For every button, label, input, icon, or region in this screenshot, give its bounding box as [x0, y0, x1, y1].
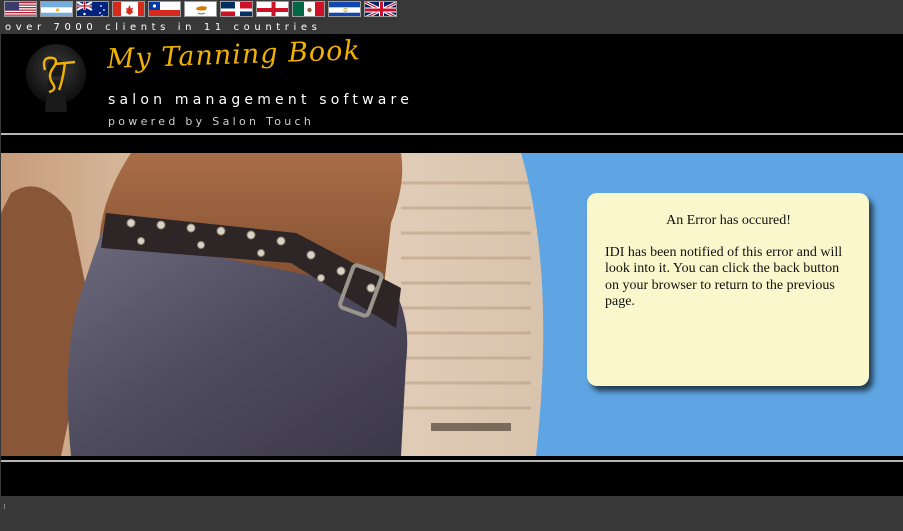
- cyprus-flag-icon[interactable]: [184, 1, 217, 17]
- hero-banner: An Error has occured! IDI has been notif…: [1, 153, 903, 456]
- header-divider: [1, 133, 903, 135]
- el-salvador-flag-icon[interactable]: [328, 1, 361, 17]
- main-panel: My Tanning Book salon management softwar…: [1, 34, 903, 496]
- chile-flag-icon[interactable]: [148, 1, 181, 17]
- error-dialog: An Error has occured! IDI has been notif…: [587, 193, 869, 386]
- footer-divider: [1, 460, 903, 462]
- client-count-tagline: over 7000 clients in 11 countries: [5, 22, 322, 33]
- salon-touch-logo-icon[interactable]: [15, 40, 97, 112]
- uk-flag-icon[interactable]: [364, 1, 397, 17]
- product-subtitle: salon management software: [108, 92, 414, 108]
- dominican-republic-flag-icon[interactable]: [220, 1, 253, 17]
- england-flag-icon[interactable]: [256, 1, 289, 17]
- error-title: An Error has occured!: [666, 213, 791, 228]
- australia-flag-icon[interactable]: [76, 1, 109, 17]
- usa-flag-icon[interactable]: [4, 1, 37, 17]
- country-flag-bar: [0, 0, 903, 20]
- powered-by-text: powered by Salon Touch: [108, 115, 315, 128]
- argentina-flag-icon[interactable]: [40, 1, 73, 17]
- footer-marker: [4, 504, 5, 509]
- error-message: IDI has been notified of this error and …: [605, 244, 843, 310]
- mexico-flag-icon[interactable]: [292, 1, 325, 17]
- canada-flag-icon[interactable]: [112, 1, 145, 17]
- brand-name: My Tanning Book: [106, 35, 362, 75]
- tanning-model-photo: [1, 153, 549, 456]
- page-footer: [0, 496, 903, 531]
